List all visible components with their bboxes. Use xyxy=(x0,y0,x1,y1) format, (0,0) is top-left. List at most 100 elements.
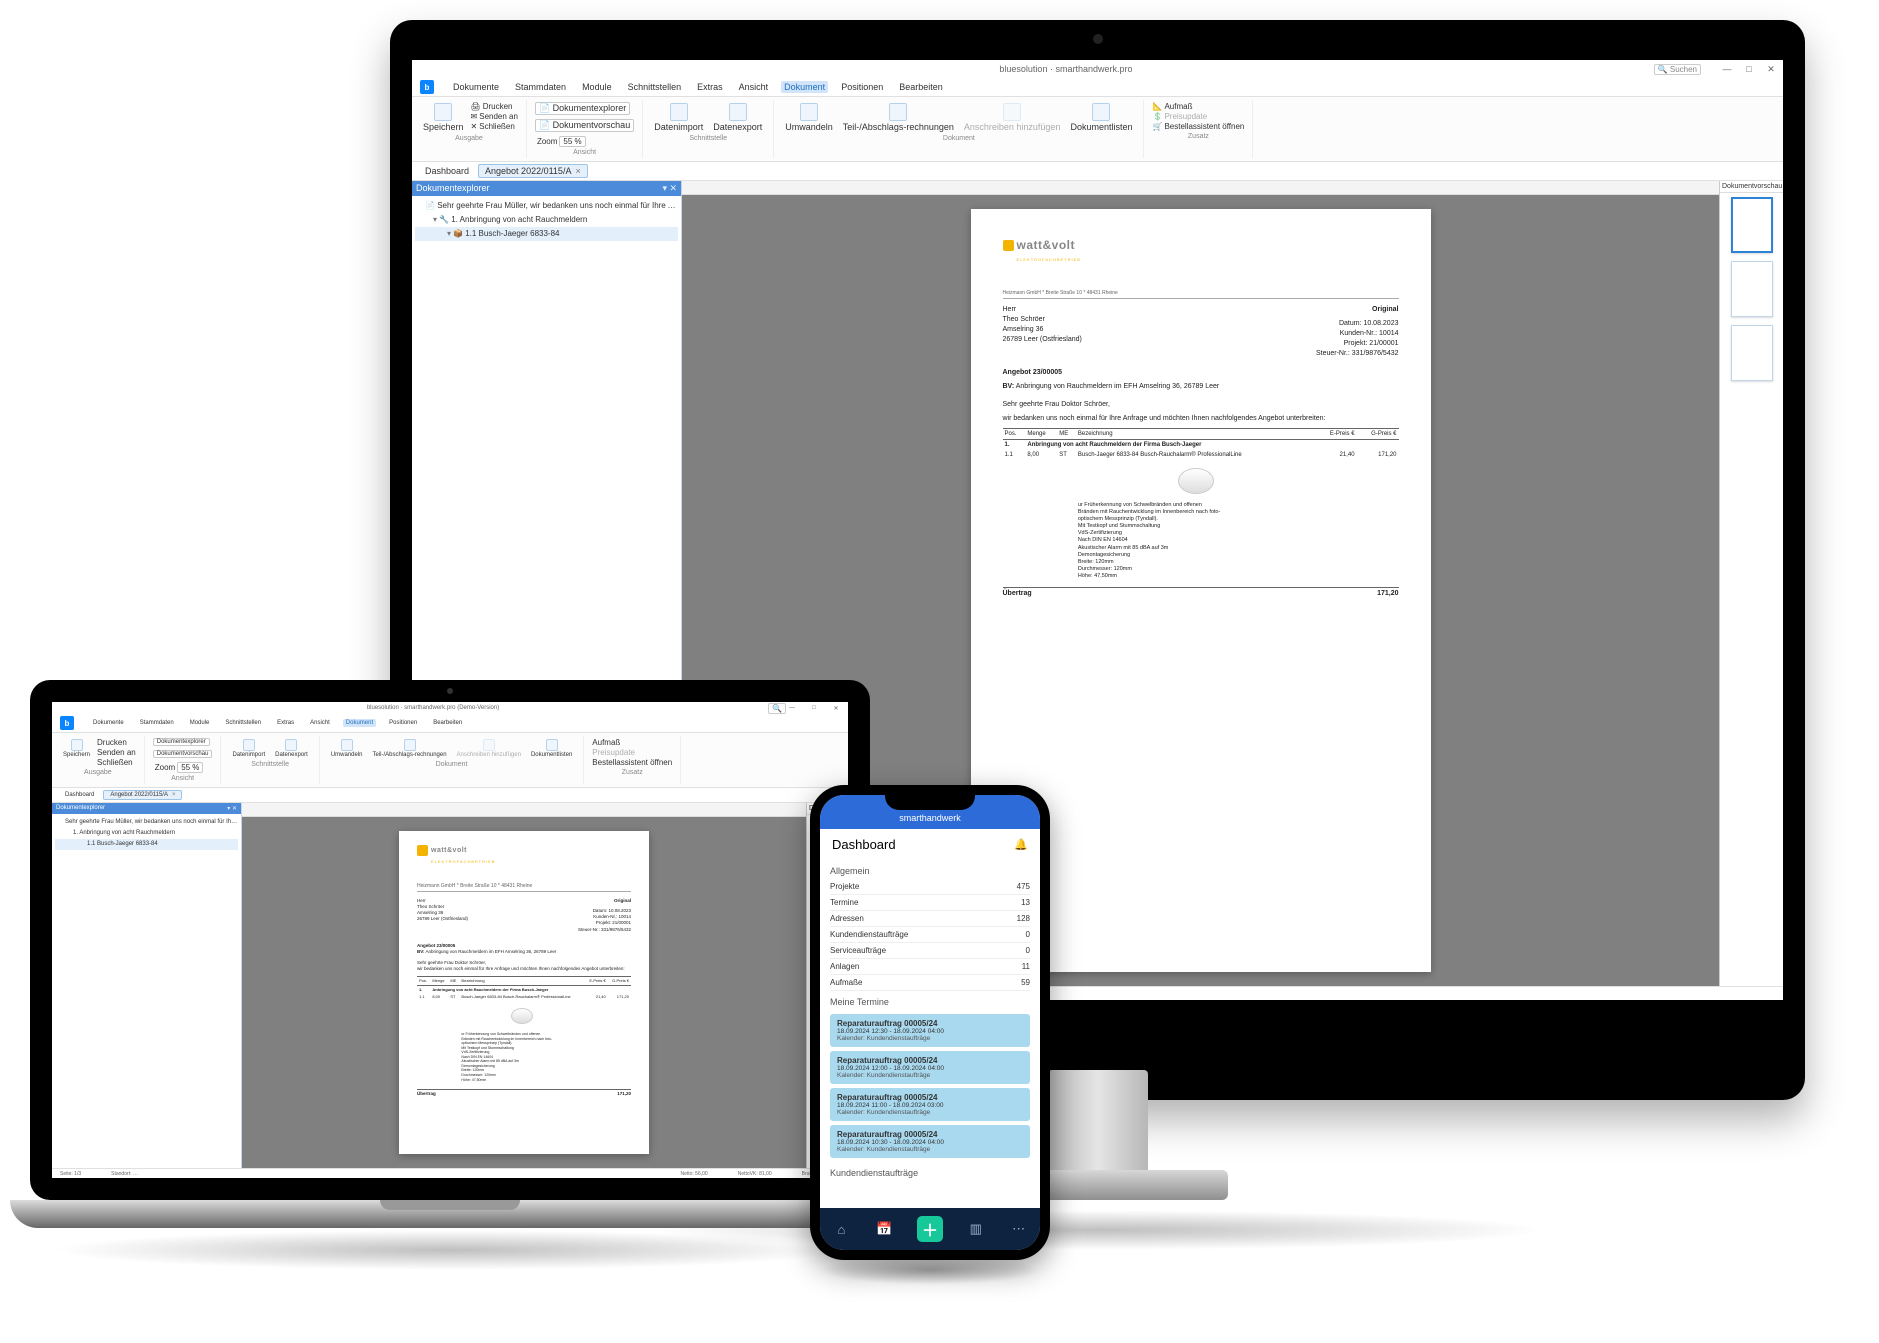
menu-stammdaten[interactable]: Stammdaten xyxy=(512,81,569,93)
list-item[interactable]: Serviceaufträge0 xyxy=(830,943,1030,959)
dokumentlisten-button[interactable]: Dokumentlisten xyxy=(1067,102,1135,133)
anschreiben-button: Anschreiben hinzufügen xyxy=(961,102,1064,133)
menu-dokumente[interactable]: Dokumente xyxy=(450,81,502,93)
section-termine: Meine Termine xyxy=(830,991,1030,1010)
list-item[interactable]: Kundendienstaufträge0 xyxy=(830,927,1030,943)
document-tabs: Dashboard Angebot 2022/0115/A× xyxy=(412,162,1783,181)
minimize-button[interactable]: — xyxy=(1721,64,1733,75)
list-item[interactable]: Adressen128 xyxy=(830,911,1030,927)
brand-logo: watt&volt xyxy=(1003,237,1399,254)
tab-angebot[interactable]: Angebot 2022/0115/A× xyxy=(478,164,588,178)
preview-panel: Dokumentvorschau xyxy=(1719,181,1783,986)
preisupdate-button: 💲 Preisupdate xyxy=(1152,112,1244,121)
thumbnail-1[interactable] xyxy=(1731,197,1773,253)
product-image xyxy=(1178,468,1214,494)
meta-block: Original Datum: 10.08.2023 Kunden-Nr.: 1… xyxy=(1316,305,1399,358)
menu-schnittstellen[interactable]: Schnittstellen xyxy=(625,81,685,93)
search-box[interactable]: 🔍 Suchen xyxy=(1654,64,1701,75)
menu-positionen[interactable]: Positionen xyxy=(838,81,886,93)
datenimport-button[interactable]: Datenimport xyxy=(651,102,706,133)
app-logo-icon: b xyxy=(60,716,74,730)
bottom-nav: ⌂ 📅 ＋ ▥ ⋯ xyxy=(820,1208,1040,1250)
appointment-card[interactable]: Reparaturauftrag 00005/2418.09.2024 12:0… xyxy=(830,1051,1030,1084)
menu-extras[interactable]: Extras xyxy=(694,81,726,93)
laptop-app: bluesolution · smarthandwerk.pro (Demo-V… xyxy=(52,702,848,1178)
mobile-app: smarthandwerk Dashboard 🔔 Allgemein Proj… xyxy=(820,795,1040,1250)
maximize-button[interactable]: □ xyxy=(1743,64,1755,75)
close-button[interactable]: ✕ xyxy=(1765,64,1777,75)
menubar: b DokumenteStammdaten ModuleSchnittstell… xyxy=(52,714,848,732)
nav-more-icon[interactable]: ⋯ xyxy=(1009,1219,1029,1239)
bell-icon[interactable]: 🔔 xyxy=(1014,838,1028,851)
abschlag-button[interactable]: Teil-/Abschlags-rechnungen xyxy=(840,102,957,133)
bestellassistent-button[interactable]: 🛒 Bestellassistent öffnen xyxy=(1152,122,1244,131)
carry-over: Übertrag171,20 xyxy=(1003,587,1399,599)
save-icon xyxy=(434,103,452,121)
print-button[interactable]: 🖨 Drucken xyxy=(471,102,518,111)
aufmass-button[interactable]: 📐 Aufmaß xyxy=(1152,102,1244,111)
app-title: bluesolution · smarthandwerk.pro xyxy=(478,64,1654,74)
ribbon: Speichern 🖨 Drucken ✉ Senden an ✕ Schlie… xyxy=(412,96,1783,162)
thumbnail-2[interactable] xyxy=(1731,261,1773,317)
positions-table: Pos.MengeMEBezeichnungE-Preis €G-Preis €… xyxy=(1003,428,1399,582)
nav-list-icon[interactable]: ▥ xyxy=(966,1219,986,1239)
maximize-button[interactable]: □ xyxy=(808,705,820,712)
close-button[interactable]: ✕ xyxy=(830,705,842,712)
nav-calendar-icon[interactable]: 📅 xyxy=(874,1219,894,1239)
list-item[interactable]: Anlagen11 xyxy=(830,959,1030,975)
recipient-block: Herr Theo Schröer Amselring 36 26789 Lee… xyxy=(1003,305,1082,358)
invoice-icon xyxy=(889,103,907,121)
thumbnail-3[interactable] xyxy=(1731,325,1773,381)
mobile-header: Dashboard 🔔 xyxy=(820,829,1040,860)
send-button[interactable]: ✉ Senden an xyxy=(471,112,518,121)
menu-ansicht[interactable]: Ansicht xyxy=(736,81,772,93)
minimize-button[interactable]: — xyxy=(786,705,798,712)
list-item[interactable]: Aufmaße59 xyxy=(830,975,1030,991)
save-button[interactable]: Speichern xyxy=(420,102,467,133)
menu-module[interactable]: Module xyxy=(579,81,615,93)
convert-icon xyxy=(800,103,818,121)
zoom-control[interactable]: Zoom 55 % xyxy=(535,136,588,147)
app-title: bluesolution · smarthandwerk.pro (Demo-V… xyxy=(98,705,768,711)
app-logo-icon: b xyxy=(420,80,434,94)
brand-mark-icon xyxy=(1003,240,1014,251)
appointment-card[interactable]: Reparaturauftrag 00005/2418.09.2024 12:3… xyxy=(830,1014,1030,1047)
list-item[interactable]: Termine13 xyxy=(830,895,1030,911)
save-button[interactable]: Speichern xyxy=(60,738,93,759)
letter-icon xyxy=(1003,103,1021,121)
nav-home-icon[interactable]: ⌂ xyxy=(831,1219,851,1239)
export-icon xyxy=(729,103,747,121)
product-description: ur Früherkennung von Schwelbränden und o… xyxy=(1078,502,1397,581)
panel-controls[interactable]: ▾ ✕ xyxy=(662,183,677,194)
document-number: Angebot 23/00005 xyxy=(1003,368,1399,378)
menu-dokument[interactable]: Dokument xyxy=(781,81,828,93)
close-doc-button[interactable]: ✕ Schließen xyxy=(471,122,518,131)
explorer-header: Dokumentexplorer▾ ✕ xyxy=(412,181,681,196)
tab-dashboard[interactable]: Dashboard xyxy=(418,164,476,178)
list-item[interactable]: Projekte475 xyxy=(830,879,1030,895)
dokumentvorschau-toggle[interactable]: 📄 Dokumentvorschau xyxy=(535,119,634,132)
list-icon xyxy=(1092,103,1110,121)
umwandeln-button[interactable]: Umwandeln xyxy=(782,102,836,133)
close-icon[interactable]: × xyxy=(575,166,580,176)
dokumentexplorer-toggle[interactable]: 📄 Dokumentexplorer xyxy=(535,102,630,115)
tree-position[interactable]: ▾📦 1.1 Busch-Jaeger 6833-84 xyxy=(415,227,678,241)
section-kundendienst: Kundendienstaufträge xyxy=(830,1162,1030,1181)
titlebar: bluesolution · smarthandwerk.pro 🔍 Suche… xyxy=(412,60,1783,78)
tree-root[interactable]: 📄 Sehr geehrte Frau Müller, wir bedanken… xyxy=(415,199,678,213)
ruler xyxy=(682,181,1719,195)
search-box[interactable]: 🔍 xyxy=(768,703,786,714)
import-icon xyxy=(670,103,688,121)
table-row: 1.18,00STBusch-Jaeger 6833-84 Busch-Rauc… xyxy=(1003,450,1399,460)
dashboard-title: Dashboard xyxy=(832,837,896,852)
menu-bearbeiten[interactable]: Bearbeiten xyxy=(896,81,946,93)
tree-section[interactable]: ▾🔧 1. Anbringung von acht Rauchmeldern xyxy=(415,213,678,227)
section-allgemein: Allgemein xyxy=(830,860,1030,879)
datenexport-button[interactable]: Datenexport xyxy=(710,102,765,133)
appointment-card[interactable]: Reparaturauftrag 00005/2418.09.2024 10:3… xyxy=(830,1125,1030,1158)
return-address: Heizmann GmbH * Breite Straße 10 * 48431… xyxy=(1003,290,1399,299)
appointment-card[interactable]: Reparaturauftrag 00005/2418.09.2024 11:0… xyxy=(830,1088,1030,1121)
menubar: b Dokumente Stammdaten Module Schnittste… xyxy=(412,78,1783,96)
ribbon: Speichern Drucken Senden an Schließen Au… xyxy=(52,732,848,788)
nav-add-button[interactable]: ＋ xyxy=(917,1216,943,1242)
